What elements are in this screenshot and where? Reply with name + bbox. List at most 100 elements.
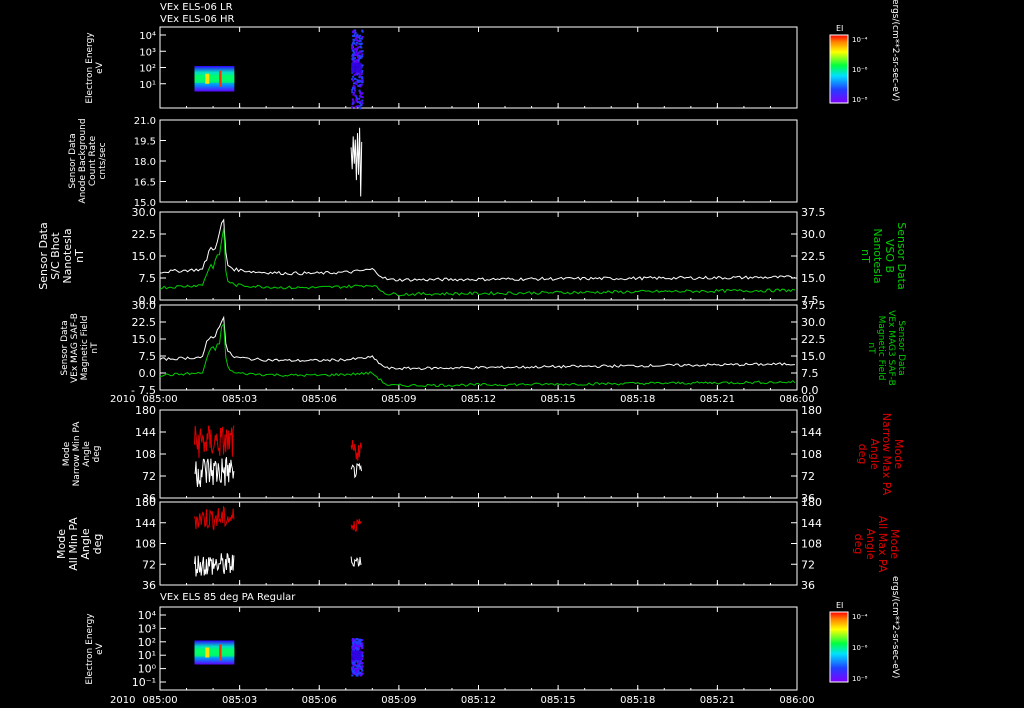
y-axis-title-line: Count Rate xyxy=(88,135,98,187)
y-tick-label: 10¹ xyxy=(138,649,156,662)
spectrogram-pixel xyxy=(361,29,364,32)
spectrogram-pixel xyxy=(357,39,360,42)
y-tick-label: 10³ xyxy=(138,622,156,635)
y-tick-label: 7.5 xyxy=(139,350,157,363)
spectrogram-pixel xyxy=(358,106,361,109)
x-tick-label: 086:00 xyxy=(779,695,814,706)
y-tick-label: 0.0 xyxy=(801,384,819,397)
series-line-primary xyxy=(159,218,796,282)
spectrogram-pixel xyxy=(357,56,360,59)
y-tick-label: 16.5 xyxy=(134,178,156,189)
spectrogram-pixel xyxy=(358,89,361,92)
pa-series-min_range xyxy=(194,553,235,577)
spectrogram-pixel xyxy=(361,669,364,672)
y-axis-title-left-4: Sensor Data VEx MAG SAF-B Magnetic Field nT xyxy=(60,313,100,383)
spectrogram-pixel xyxy=(354,106,357,109)
series-line-primary xyxy=(159,315,795,371)
spectrogram-pixel xyxy=(360,46,363,49)
y-tick-label: 15.0 xyxy=(132,250,157,263)
spectrogram-pixel xyxy=(354,640,357,643)
y-tick-label: 10⁴ xyxy=(138,609,157,622)
spectrogram-pixel xyxy=(359,85,362,88)
y-tick-label: 72 xyxy=(801,470,815,483)
panel-frame-2 xyxy=(159,119,798,203)
series-line-secondary xyxy=(159,322,796,388)
y-axis-title-line: Electron Energy xyxy=(85,31,95,104)
x-tick-label: 085:12 xyxy=(461,695,496,706)
spectrogram-pixel xyxy=(361,672,364,675)
y-axis-title-line: eV xyxy=(95,642,105,655)
x-tick-label: 085:03 xyxy=(222,394,257,405)
spectrogram-band xyxy=(351,650,362,661)
spectrogram-pixel xyxy=(354,668,357,671)
panel-frame-1 xyxy=(159,26,798,109)
x-tick-label: 085:15 xyxy=(541,695,576,706)
y-axis-title-line: Narrow Max PA xyxy=(880,412,893,496)
x-tick-label: 085:15 xyxy=(541,394,576,405)
spectrogram-pixel xyxy=(356,41,359,44)
spectrogram-pixel xyxy=(360,73,363,76)
y-axis-title-line: Mode xyxy=(892,439,905,469)
y-tick-label: 15.0 xyxy=(132,333,157,346)
panel-frame-4 xyxy=(159,304,798,391)
spectrogram-pixel xyxy=(355,98,358,101)
spectrogram-pixel xyxy=(352,49,355,52)
spectrogram-pixel xyxy=(353,671,356,674)
spectrogram-pixel xyxy=(352,57,355,60)
x-tick-label: 085:12 xyxy=(461,394,496,405)
y-axis-title-line: Angle xyxy=(82,441,92,467)
y-axis-title-right-4: Sensor Data VEx MAG3 SAF-B Magnetic Field n… xyxy=(866,310,906,386)
y-tick-label: 10⁻¹ xyxy=(132,676,156,689)
y-axis-title-line: nT xyxy=(73,249,86,263)
y-tick-label: 72 xyxy=(142,558,156,571)
y-tick-label: 10² xyxy=(139,64,156,75)
spectrogram-pixel xyxy=(359,645,362,648)
colorbar-tick: 10⁻⁸ xyxy=(852,96,868,104)
spectrogram-pixel xyxy=(361,53,364,56)
y-tick-label: 37.5 xyxy=(801,206,826,219)
spectrogram-pixel xyxy=(354,94,357,97)
pa-series-max_range xyxy=(194,505,235,531)
spectrogram-pixel xyxy=(351,106,354,109)
pa-series-min_range xyxy=(350,556,362,567)
y-axis-title-line: Angle xyxy=(868,438,881,470)
y-axis-title-line: eV xyxy=(95,61,105,74)
y-tick-label: 144 xyxy=(801,426,822,439)
spectrogram-pixel xyxy=(359,34,362,37)
y-axis-title-line: VSO B xyxy=(883,238,896,274)
y-tick-label: 144 xyxy=(801,517,822,530)
spectrogram-pixel xyxy=(352,93,355,96)
spectrogram-pixel xyxy=(354,81,357,84)
spectrogram-pixel xyxy=(355,82,358,85)
y-axis-title-left-7: Electron Energy eV xyxy=(85,613,105,684)
spectrogram-pixel xyxy=(359,640,362,643)
y-axis-title-line: Mode xyxy=(62,441,72,467)
spectrogram-pixel xyxy=(358,666,361,669)
spectrogram-pixel xyxy=(352,79,355,82)
y-tick-label: 10⁰ xyxy=(138,663,157,676)
y-axis-title-line: Magnetic Field xyxy=(80,315,90,380)
spectrogram-pixel xyxy=(357,101,360,104)
spectrogram-pixel xyxy=(361,662,364,665)
x-tick-label: 085:06 xyxy=(302,394,337,405)
y-tick-label: 0.0 xyxy=(139,367,157,380)
y-tick-label: 108 xyxy=(135,538,156,551)
y-tick-label: 30.0 xyxy=(801,316,826,329)
spectrogram-pixel xyxy=(351,674,354,677)
y-tick-label: 21.0 xyxy=(134,116,156,127)
spectrogram-pixel xyxy=(356,647,359,650)
spectrogram-pixel xyxy=(352,661,355,664)
x-tick-label: 085:21 xyxy=(700,695,735,706)
y-tick-label: 180 xyxy=(135,496,156,509)
colorbar-label: EI xyxy=(836,601,843,610)
spectrogram-pixel xyxy=(359,672,362,675)
spectrogram-pixel xyxy=(352,53,355,56)
spectrogram-pixel xyxy=(361,76,364,79)
y-tick-label: 108 xyxy=(801,448,822,461)
spectrogram-pixel xyxy=(352,86,355,89)
y-axis-title-line: Mode xyxy=(888,528,901,559)
colorbar-units: ergs/(cm**2-sr-sec-eV) xyxy=(890,576,900,678)
spectrogram-pixel xyxy=(352,82,355,85)
panel-frame-5 xyxy=(159,409,798,499)
y-tick-label: 10² xyxy=(138,636,156,649)
